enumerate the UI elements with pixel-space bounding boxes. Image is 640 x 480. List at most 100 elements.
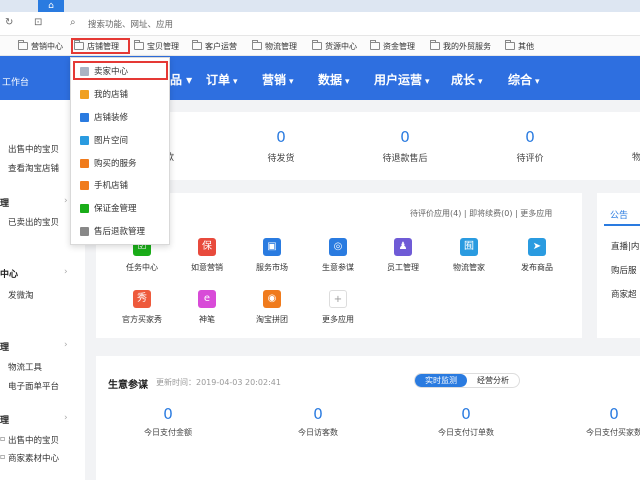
dropdown-item[interactable]: 图片空间 [80, 133, 128, 147]
bookmark-label: 我的外贸服务 [443, 41, 491, 51]
nav-item[interactable]: 成长 ▾ [451, 71, 483, 88]
sidebar-heading: 理 [0, 416, 10, 426]
notice-line[interactable]: 商家超 [611, 288, 637, 300]
nav-item[interactable]: 营销 ▾ [262, 71, 294, 88]
tab-realtime[interactable]: 实时监测 [415, 374, 467, 387]
menu-item-icon [80, 226, 89, 236]
dropdown-item-label: 保证金管理 [94, 204, 137, 214]
bookmark-item[interactable]: 客户运营 [192, 40, 237, 52]
notice-tab[interactable]: 公告 [610, 208, 628, 221]
sidebar-link[interactable]: 出售中的宝贝 [8, 434, 59, 446]
apps-links[interactable]: 待评价应用(4) | 即将续费(0) | 更多应用 [410, 208, 552, 219]
sidebar-heading: 中心 [0, 270, 19, 280]
dropdown-item[interactable]: 售后退款管理 [80, 224, 145, 238]
app-label[interactable]: 员工管理 [373, 262, 433, 273]
chevron-right-icon[interactable]: › [64, 340, 68, 350]
dropdown-item[interactable]: 我的店铺 [80, 87, 128, 101]
app-label[interactable]: 如意营销 [177, 262, 237, 273]
app-label[interactable]: 任务中心 [112, 262, 172, 273]
sidebar-link[interactable]: 物流工具 [8, 361, 42, 373]
sidebar-link[interactable]: 发微淘 [8, 289, 34, 301]
nav-item[interactable]: 订单 ▾ [206, 71, 238, 88]
chevron-right-icon[interactable]: › [64, 267, 68, 277]
app-label[interactable]: 更多应用 [308, 314, 368, 325]
sidebar-link[interactable]: 查看淘宝店铺 [8, 162, 59, 174]
stat-value[interactable]: 0 [500, 128, 560, 146]
biz-metric-value[interactable]: 0 [288, 405, 348, 423]
search-input[interactable]: 搜索功能、网址、应用 [88, 18, 173, 30]
nav-item-partial[interactable]: 品 ▾ [170, 71, 192, 88]
dropdown-item-label: 我的店铺 [94, 90, 129, 100]
app-label[interactable]: 服务市场 [242, 262, 302, 273]
app-label[interactable]: 生意参谋 [308, 262, 368, 273]
app-label[interactable]: 神笔 [177, 314, 237, 325]
bookmark-item[interactable]: 其他 [505, 40, 534, 52]
chevron-right-icon[interactable]: › [64, 413, 68, 423]
shop-dropdown-menu [70, 57, 170, 245]
bookmark-label: 资金管理 [383, 41, 415, 51]
home-tab[interactable]: ⌂ [38, 0, 64, 12]
folder-icon [18, 40, 28, 50]
app-icon[interactable]: ➤ [528, 238, 546, 256]
app-label[interactable]: 物流管家 [439, 262, 499, 273]
app-icon[interactable]: + [329, 290, 347, 308]
nav-item[interactable]: 综合 ▾ [508, 71, 540, 88]
dropdown-item[interactable]: 手机店铺 [80, 178, 128, 192]
sidebar-link[interactable]: 已卖出的宝贝 [8, 216, 59, 228]
bookmark-highlight-box [71, 38, 130, 54]
capture-icon[interactable]: ⊡ [34, 17, 42, 28]
stat-value[interactable]: 0 [251, 128, 311, 146]
app-icon[interactable]: 保 [198, 238, 216, 256]
nav-label: 营销 [262, 73, 287, 87]
menu-item-icon [80, 203, 89, 213]
folder-icon [370, 40, 380, 50]
app-icon[interactable]: ◎ [329, 238, 347, 256]
nav-item[interactable]: 数据 ▾ [318, 71, 350, 88]
dropdown-item[interactable]: 保证金管理 [80, 201, 137, 215]
app-icon[interactable]: 秀 [133, 290, 151, 308]
app-icon[interactable]: e [198, 290, 216, 308]
dropdown-item[interactable]: 店铺装修 [80, 110, 128, 124]
bookmark-item[interactable]: 货源中心 [312, 40, 357, 52]
biz-metric-value[interactable]: 0 [436, 405, 496, 423]
bookmark-item[interactable]: 资金管理 [370, 40, 415, 52]
app-icon[interactable]: ◉ [263, 290, 281, 308]
bookmark-label: 其他 [518, 41, 534, 51]
stat-label: 待发货 [267, 154, 295, 164]
biz-metric-label: 今日支付金额 [144, 428, 192, 437]
app-label[interactable]: 发布商品 [507, 262, 567, 273]
sidebar-link[interactable]: 商家素材中心 [8, 452, 59, 464]
app-icon[interactable]: ♟ [394, 238, 412, 256]
bookmark-item[interactable]: 物流管理 [252, 40, 297, 52]
notice-line[interactable]: 购后服 [611, 264, 637, 276]
biz-metric-value[interactable]: 0 [138, 405, 198, 423]
folder-icon [312, 40, 322, 50]
reload-icon[interactable]: ↻ [5, 17, 13, 28]
sidebar-link[interactable]: 出售中的宝贝 [8, 143, 59, 155]
stat-label-cut-right: 物 [632, 153, 640, 163]
notice-line[interactable]: 直播|内 [611, 240, 639, 252]
biz-metric-label: 今日访客数 [298, 428, 338, 437]
nav-label: 订单 [206, 73, 231, 87]
app-icon[interactable]: 囿 [460, 238, 478, 256]
dropdown-item[interactable]: 购买的服务 [80, 156, 137, 170]
stat-label: 待评价 [516, 154, 544, 164]
stat-value[interactable]: 0 [375, 128, 435, 146]
bookmark-item[interactable]: 宝贝管理 [134, 40, 179, 52]
folder-icon [134, 40, 144, 50]
tab-analysis[interactable]: 经营分析 [467, 374, 519, 387]
bookmark-item[interactable]: 我的外贸服务 [430, 40, 491, 52]
bookmark-item[interactable]: 营销中心 [18, 40, 63, 52]
biz-metric-label: 今日支付买家数 [586, 428, 640, 437]
app-label[interactable]: 淘宝拼团 [242, 314, 302, 325]
app-label[interactable]: 官方买家秀 [112, 314, 172, 325]
biz-metric-label: 今日支付订单数 [438, 428, 494, 437]
workbench-link[interactable]: 工作台 [2, 75, 29, 88]
app-icon[interactable]: ▣ [263, 238, 281, 256]
chevron-right-icon[interactable]: › [64, 196, 68, 206]
nav-item[interactable]: 用户运营 ▾ [374, 71, 430, 88]
dropdown-item-label: 手机店铺 [94, 181, 129, 191]
biz-metric-value[interactable]: 0 [584, 405, 640, 423]
sidebar-link[interactable]: 电子面单平台 [8, 380, 59, 392]
sidebar-heading: 理 [0, 343, 10, 353]
